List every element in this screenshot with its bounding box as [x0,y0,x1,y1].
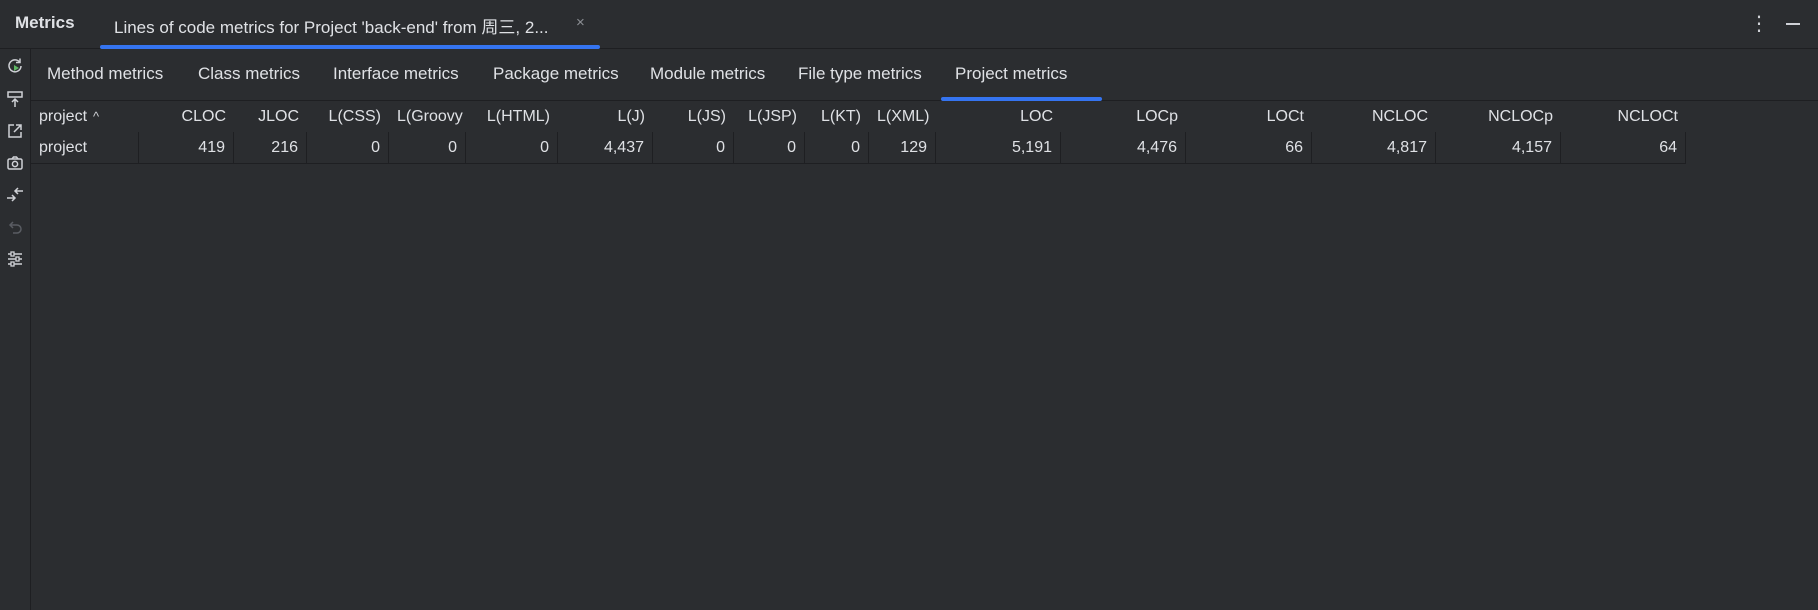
table-cell: 5,191 [936,132,1061,163]
table-cell: 4,157 [1436,132,1561,163]
column-header-jloc[interactable]: JLOC [234,101,307,132]
table-row[interactable]: project 419 216 0 0 0 4,437 0 0 0 129 5,… [31,132,1686,164]
table-cell: 129 [869,132,936,163]
table-cell: 0 [805,132,869,163]
content-tab[interactable]: Lines of code metrics for Project 'back-… [100,0,600,49]
export-icon[interactable] [4,88,26,110]
undo-icon [4,216,26,238]
sort-ascending-icon: ^ [93,109,100,124]
column-header-l-js[interactable]: L(JS) [653,101,734,132]
tab-project-metrics[interactable]: Project metrics [941,49,1102,101]
column-header-l-jsp[interactable]: L(JSP) [734,101,805,132]
minimize-icon[interactable] [1782,10,1804,36]
column-header-loc[interactable]: LOC [936,101,1061,132]
open-in-editor-icon[interactable] [4,120,26,142]
table-cell: project [31,132,139,163]
column-header-loct[interactable]: LOCt [1186,101,1312,132]
compare-icon[interactable] [4,184,26,206]
table-cell: 4,817 [1312,132,1436,163]
column-header-l-html[interactable]: L(HTML) [466,101,558,132]
column-header-cloc[interactable]: CLOC [139,101,234,132]
more-options-icon[interactable]: ⋮ [1748,10,1770,36]
column-header-l-j[interactable]: L(J) [558,101,653,132]
table-cell: 4,437 [558,132,653,163]
tool-window-header: Metrics Lines of code metrics for Projec… [0,0,1818,49]
column-header-nclct[interactable]: NCLOCt [1561,101,1686,132]
column-header-l-css[interactable]: L(CSS) [307,101,389,132]
table-cell: 419 [139,132,234,163]
metric-tabs: Method metrics Class metrics Interface m… [31,49,1818,101]
metrics-tool-window: Metrics Lines of code metrics for Projec… [0,0,1818,610]
rerun-icon[interactable] [4,55,26,77]
column-header-ncloc[interactable]: NCLOC [1312,101,1436,132]
table-cell: 0 [466,132,558,163]
content-tab-label: Lines of code metrics for Project 'back-… [114,18,549,37]
column-header-l-kt[interactable]: L(KT) [805,101,869,132]
snapshot-icon[interactable] [4,152,26,174]
table-header: project ^ CLOC JLOC L(CSS) L(Groovy L(HTM… [31,101,1686,132]
table-cell: 0 [307,132,389,163]
table-cell: 66 [1186,132,1312,163]
settings-icon[interactable] [4,248,26,270]
left-toolbar [0,49,31,610]
metrics-table: project ^ CLOC JLOC L(CSS) L(Groovy L(HTM… [31,101,1686,164]
column-header-l-xml[interactable]: L(XML) [869,101,936,132]
column-header-nclocp[interactable]: NCLOCp [1436,101,1561,132]
table-cell: 216 [234,132,307,163]
column-header-project[interactable]: project ^ [31,101,139,132]
table-cell: 0 [734,132,805,163]
column-header-l-groovy[interactable]: L(Groovy [389,101,466,132]
table-cell: 0 [389,132,466,163]
column-header-locp[interactable]: LOCp [1061,101,1186,132]
tool-window-title: Metrics [15,13,75,32]
table-cell: 64 [1561,132,1686,163]
close-icon[interactable]: × [576,14,585,31]
table-cell: 4,476 [1061,132,1186,163]
table-cell: 0 [653,132,734,163]
